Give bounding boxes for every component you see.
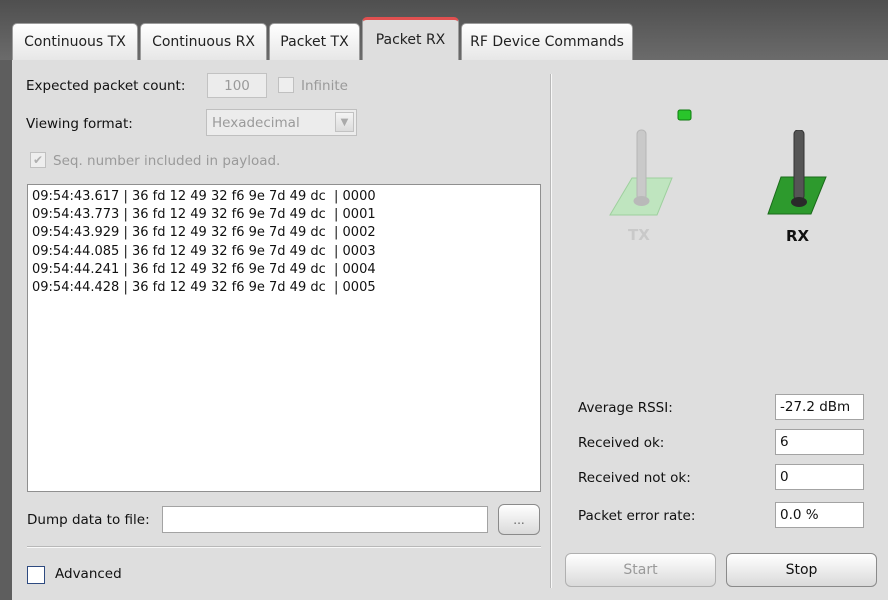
start-button[interactable]: Start — [565, 553, 716, 587]
tab-packet-tx[interactable]: Packet TX — [269, 23, 360, 60]
tx-label: TX — [628, 226, 650, 244]
browse-button[interactable]: ... — [498, 504, 540, 535]
infinite-checkbox[interactable] — [278, 77, 294, 93]
tx-led-icon — [677, 109, 692, 121]
log-line: 09:54:43.617 | 36 fd 12 49 32 f6 9e 7d 4… — [32, 189, 376, 204]
received-not-ok-label: Received not ok: — [578, 470, 691, 486]
log-line: 09:54:43.773 | 36 fd 12 49 32 f6 9e 7d 4… — [32, 207, 376, 223]
tab-continuous-rx[interactable]: Continuous RX — [140, 23, 267, 60]
expected-count-label: Expected packet count: — [26, 78, 186, 94]
infinite-label: Infinite — [301, 78, 348, 94]
chevron-down-icon[interactable]: ▼ — [335, 112, 354, 132]
log-line: 09:54:44.428 | 36 fd 12 49 32 f6 9e 7d 4… — [32, 280, 376, 296]
rssi-label: Average RSSI: — [578, 400, 673, 416]
divider — [27, 546, 541, 548]
tx-antenna-icon: TX — [609, 109, 692, 244]
received-ok-label: Received ok: — [578, 435, 665, 451]
tab-packet-rx[interactable]: Packet RX — [362, 17, 459, 60]
log-line: 09:54:44.241 | 36 fd 12 49 32 f6 9e 7d 4… — [32, 261, 376, 277]
seq-number-label: Seq. number included in payload. — [53, 153, 281, 169]
log-line: 09:54:44.085 | 36 fd 12 49 32 f6 9e 7d 4… — [32, 243, 376, 259]
dump-file-input[interactable] — [162, 506, 488, 533]
tab-rf-device-commands[interactable]: RF Device Commands — [461, 23, 633, 60]
seq-number-checkbox[interactable]: ✔ — [30, 152, 46, 168]
viewing-format-select[interactable]: Hexadecimal ▼ — [206, 109, 357, 136]
rx-label: RX — [786, 227, 810, 245]
rx-antenna-icon: RX — [767, 130, 827, 245]
expected-count-input[interactable]: 100 — [207, 73, 267, 98]
check-icon: ✔ — [32, 153, 44, 167]
vertical-divider — [550, 74, 552, 588]
received-ok-value: 6 — [775, 429, 864, 455]
tab-continuous-tx[interactable]: Continuous TX — [12, 23, 138, 60]
packet-error-rate-label: Packet error rate: — [578, 508, 696, 524]
advanced-checkbox[interactable] — [27, 566, 45, 584]
advanced-label: Advanced — [55, 566, 122, 582]
rssi-value: -27.2 dBm — [775, 394, 864, 420]
stop-button[interactable]: Stop — [726, 553, 877, 587]
packet-error-rate-value: 0.0 % — [775, 502, 864, 528]
received-not-ok-value: 0 — [775, 464, 864, 490]
packet-log[interactable]: 09:54:43.617 | 36 fd 12 49 32 f6 9e 7d 4… — [27, 184, 541, 492]
packet-rx-panel: Expected packet count: 100 Infinite View… — [12, 60, 888, 600]
dump-file-label: Dump data to file: — [27, 512, 150, 528]
viewing-format-label: Viewing format: — [26, 116, 133, 132]
log-line: 09:54:43.929 | 36 fd 12 49 32 f6 9e 7d 4… — [32, 225, 376, 241]
viewing-format-value: Hexadecimal — [212, 114, 300, 131]
